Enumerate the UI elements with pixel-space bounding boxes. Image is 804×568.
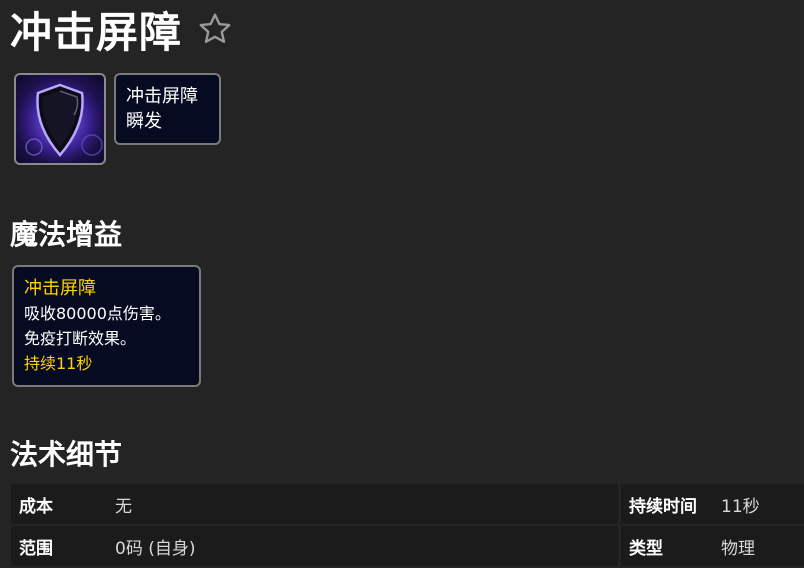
buff-tooltip-name: 冲击屏障 (24, 278, 96, 299)
detail-key: 持续时间 (629, 496, 697, 517)
title-row: 冲击屏障 (10, 0, 234, 58)
buff-tooltip-line: 吸收80000点伤害。 (24, 304, 171, 323)
detail-value: 物理 (721, 538, 755, 559)
detail-key: 类型 (629, 538, 663, 559)
detail-value: 无 (115, 496, 132, 517)
detail-value: 0码 (自身) (115, 538, 196, 559)
table-row: 类型 物理 (621, 526, 804, 568)
table-row: 范围 0码 (自身) (11, 526, 618, 568)
details-column-right: 持续时间 11秒 类型 物理 (621, 484, 804, 568)
spell-tooltip-name: 冲击屏障 (126, 86, 198, 107)
table-row: 持续时间 11秒 (621, 484, 804, 526)
buff-tooltip: 冲击屏障 吸收80000点伤害。 免疫打断效果。 持续11秒 (12, 265, 201, 387)
star-outline-icon[interactable] (196, 10, 234, 48)
spell-details-table: 成本 无 范围 0码 (自身) 持续时间 11秒 类型 物理 (11, 484, 804, 568)
detail-key: 范围 (19, 538, 53, 559)
section-title-buffs: 魔法增益 (10, 218, 123, 251)
shield-spell-icon[interactable] (14, 73, 106, 165)
buff-tooltip-line: 免疫打断效果。 (24, 329, 137, 348)
page-title: 冲击屏障 (10, 7, 183, 57)
detail-key: 成本 (19, 496, 53, 517)
table-row: 成本 无 (11, 484, 618, 526)
spell-tooltip: 冲击屏障 瞬发 (114, 73, 221, 145)
section-title-details: 法术细节 (10, 438, 123, 471)
detail-value: 11秒 (721, 496, 760, 517)
spell-tooltip-cast-time: 瞬发 (126, 111, 162, 132)
buff-tooltip-duration: 持续11秒 (24, 354, 93, 373)
details-column-left: 成本 无 范围 0码 (自身) (11, 484, 621, 568)
